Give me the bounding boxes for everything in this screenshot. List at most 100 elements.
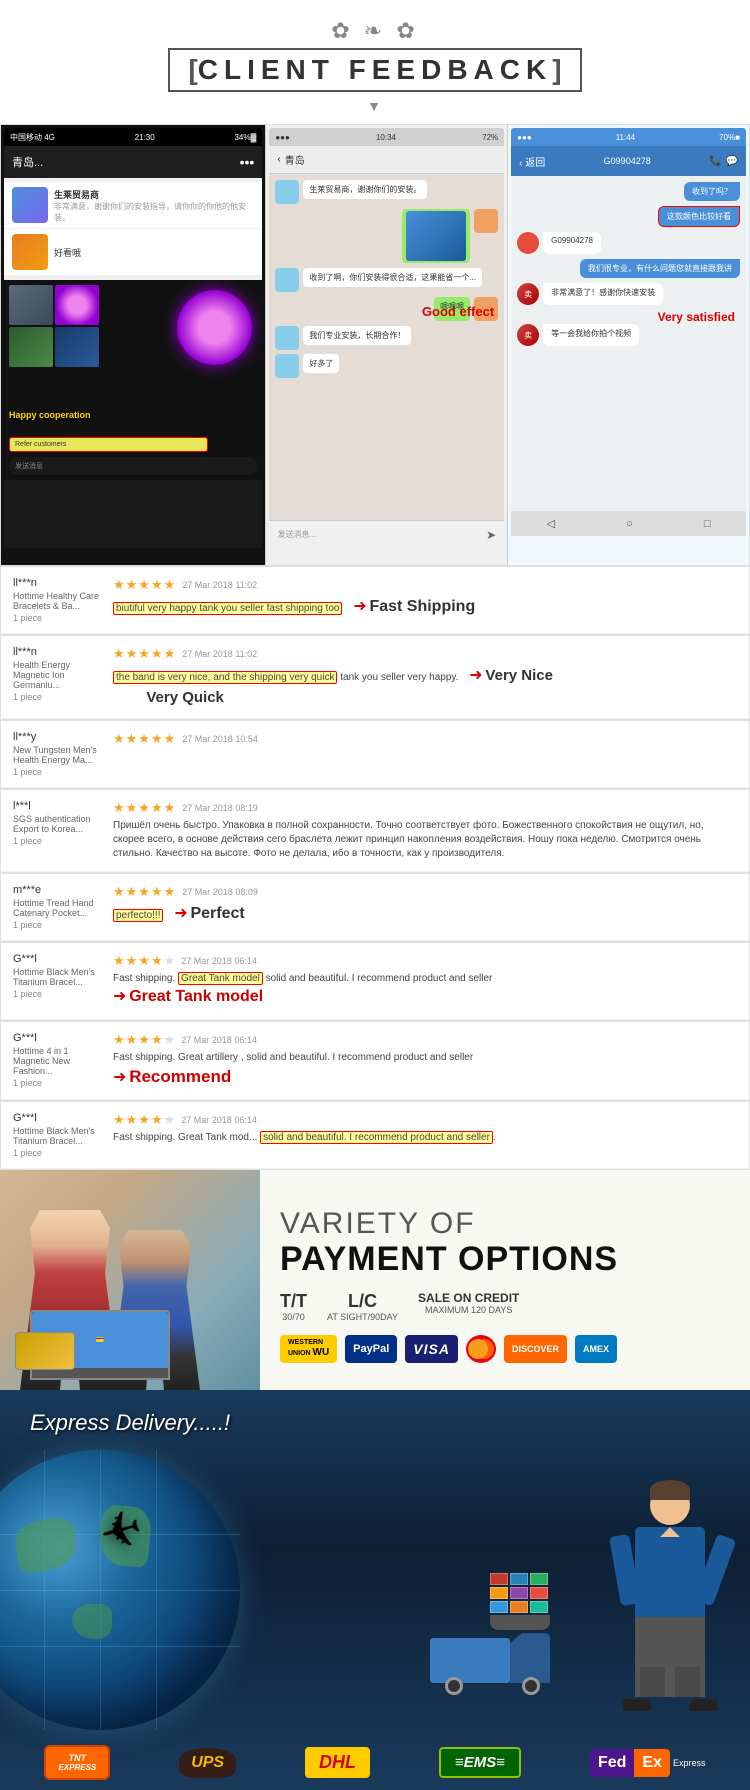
review-product: Health Energy Magnetic Ion Germaniu... — [13, 660, 103, 690]
review-text: Пришёл очень быстро. Упаковка в полной с… — [113, 819, 737, 861]
review-highlighted-text-4: Great Tank model — [178, 972, 263, 985]
arrow-icon-4: ➜ — [113, 988, 126, 1005]
chat-msg-left-3: 我们专业安装，长期合作！ — [275, 326, 498, 350]
ems-text: ≡EMS≡ — [455, 1754, 505, 1771]
stars-date: ★★★★★ 27 Mar 2018 11:02 — [113, 577, 737, 593]
payment-section: 💳 VARIETY OF PAYMENT OPTIONS T/T 30/70 L… — [0, 1170, 750, 1390]
reviewer-name: ll***n — [13, 577, 103, 589]
review-qty: 1 piece — [13, 692, 103, 702]
payment-terms: T/T 30/70 L/C AT SIGHT/90DAY SALE ON CRE… — [280, 1291, 730, 1324]
send-icon: ➤ — [486, 528, 496, 542]
review-content: ★★★★★ 27 Mar 2018 06:14 Fast shipping. G… — [103, 1112, 737, 1145]
fedex-text-2: Ex — [634, 1749, 670, 1777]
term-name-tt: T/T — [280, 1291, 307, 1312]
fedex-subtext: Express — [673, 1758, 706, 1768]
reviewer-name: l***l — [13, 800, 103, 812]
review-highlighted-text-3: perfecto!!! — [113, 909, 163, 922]
review-qty: 1 piece — [13, 920, 103, 930]
review-date: 27 Mar 2018 10:54 — [182, 734, 258, 744]
bracket-left: [ — [188, 54, 197, 86]
payment-logos: WESTERNUNION WU PayPal VISA DISCOVER AME… — [280, 1335, 730, 1363]
review-product: Hottime Black Men's Titanium Bracel... — [13, 1126, 103, 1146]
chat-header-3: G09904278 — [604, 156, 651, 166]
laptop-screen: 💳 — [96, 1336, 105, 1344]
review-qty: 1 piece — [13, 767, 103, 777]
nav-recent: □ — [704, 518, 711, 530]
review-left: ll***y New Tungsten Men's Health Energy … — [13, 731, 103, 777]
annotation-great-tank: Great Tank model — [129, 988, 263, 1005]
review-text: biutiful very happy tank you seller fast… — [113, 596, 737, 618]
review-left: l***l SGS authentication Export to Korea… — [13, 800, 103, 846]
chat-title-1: 青岛... — [12, 154, 43, 170]
delivery-truck — [430, 1630, 550, 1690]
payment-person-image: 💳 — [0, 1170, 260, 1390]
review-date: 27 Mar 2018 08:19 — [182, 803, 258, 813]
review-left: ll***n Hottime Healthy Care Bracelets & … — [13, 577, 103, 623]
reviewer-name: G***l — [13, 1032, 103, 1044]
review-content: ★★★★★ 27 Mar 2018 08:09 perfecto!!! ➜ Pe… — [103, 884, 737, 925]
chat-preview: 非常满意，谢谢你们的安装指导，请你你的你他的他安装。 — [54, 201, 254, 223]
review-left: ll***n Health Energy Magnetic Ion German… — [13, 646, 103, 702]
term-detail-tt: 30/70 — [280, 1312, 307, 1324]
arrow-icon-2: ➜ — [469, 667, 482, 684]
ems-logo: ≡EMS≡ — [439, 1747, 521, 1778]
amex-text: AMEX — [583, 1344, 609, 1354]
paypal-logo: PayPal — [345, 1335, 397, 1363]
back-icon-3: ‹ 返回 — [519, 154, 545, 169]
stars-date: ★★★★★ 27 Mar 2018 06:14 — [113, 953, 737, 969]
review-text: perfecto!!! ➜ Perfect — [113, 903, 737, 925]
review-date: 27 Mar 2018 08:09 — [182, 887, 258, 897]
term-detail-credit: MAXIMUM 120 DAYS — [418, 1305, 519, 1317]
review-highlighted-text-5: solid and beautiful. I recommend product… — [260, 1131, 493, 1144]
review-text: the band is very nice, and the shipping … — [113, 665, 737, 708]
arrow-icon-5: ➜ — [113, 1069, 126, 1086]
mastercard-logo — [466, 1335, 496, 1363]
annotation-perfect: Perfect — [190, 905, 244, 922]
review-highlighted-text-2: the band is very nice, and the shipping … — [113, 671, 337, 684]
paypal-text: PayPal — [353, 1343, 389, 1355]
chat-msg-left-2: 收到了啊，你们安装得很合适，这果能省一个... — [275, 268, 498, 292]
nav-home: ○ — [626, 518, 633, 530]
review-product: Hottime Tread Hand Catenary Pocket... — [13, 898, 103, 918]
review-text: Fast shipping. Great Tank model solid an… — [113, 972, 737, 1008]
chat-msg-l2: 卖 非常满意了！感谢你快速安装 — [517, 283, 740, 305]
stars: ★★★★★ — [113, 577, 176, 593]
label-very-satisfied: Very satisfied — [517, 310, 735, 324]
stars: ★★★★★ — [113, 646, 176, 662]
review-qty: 1 piece — [13, 1148, 103, 1158]
title-frame: [ CLIENT FEEDBACK ] — [168, 48, 581, 92]
battery3: 70%■ — [719, 133, 740, 142]
review-content: ★★★★★ 27 Mar 2018 08:19 Пришёл очень быс… — [103, 800, 737, 861]
term-name-lc: L/C — [327, 1291, 398, 1312]
ups-text: UPS — [191, 1754, 224, 1771]
arrow-icon-3: ➜ — [174, 905, 187, 922]
review-qty: 1 piece — [13, 613, 103, 623]
review-left: G***l Hottime Black Men's Titanium Brace… — [13, 953, 103, 999]
review-date: 27 Mar 2018 06:14 — [181, 1035, 257, 1045]
chat-panel-1: 中国移动 4G 21:30 34%▓ 青岛... ••• 生莱贸易商 非常满意，… — [1, 125, 266, 565]
review-row: G***l Hottime Black Men's Titanium Brace… — [1, 943, 749, 1019]
chat-contact-name: 生莱贸易商 — [54, 188, 254, 201]
fedex-text-1: Fed — [590, 1749, 634, 1777]
review-product: Hottime 4 in 1 Magnetic New Fashion... — [13, 1046, 103, 1076]
review-qty: 1 piece — [13, 836, 103, 846]
nav-back: ◁ — [547, 517, 555, 530]
chat-input-placeholder: 发送消息 — [15, 461, 43, 471]
fedex-logo: FedEx Express — [590, 1749, 706, 1777]
payment-term-credit: SALE ON CREDIT MAXIMUM 120 DAYS — [418, 1291, 519, 1317]
review-left: G***l Hottime Black Men's Titanium Brace… — [13, 1112, 103, 1158]
reviewer-name: G***l — [13, 953, 103, 965]
label-good-effect: Good effect — [422, 304, 494, 319]
stars-date: ★★★★★ 27 Mar 2018 11:02 — [113, 646, 737, 662]
stars: ★★★★★ — [113, 800, 176, 816]
status3: ●●● — [517, 133, 532, 142]
reviewer-name: G***l — [13, 1112, 103, 1124]
refer-customers-label: Refer customers — [9, 437, 208, 452]
review-row: ll***y New Tungsten Men's Health Energy … — [1, 721, 749, 788]
battery2: 72% — [482, 133, 498, 142]
back-icon-2: ‹ — [277, 154, 280, 165]
stars-date: ★★★★★ 27 Mar 2018 06:14 — [113, 1112, 737, 1128]
globe-graphic — [0, 1450, 240, 1730]
stars: ★★★★ — [113, 1032, 164, 1048]
chat-name-2: 青岛 — [285, 152, 305, 167]
